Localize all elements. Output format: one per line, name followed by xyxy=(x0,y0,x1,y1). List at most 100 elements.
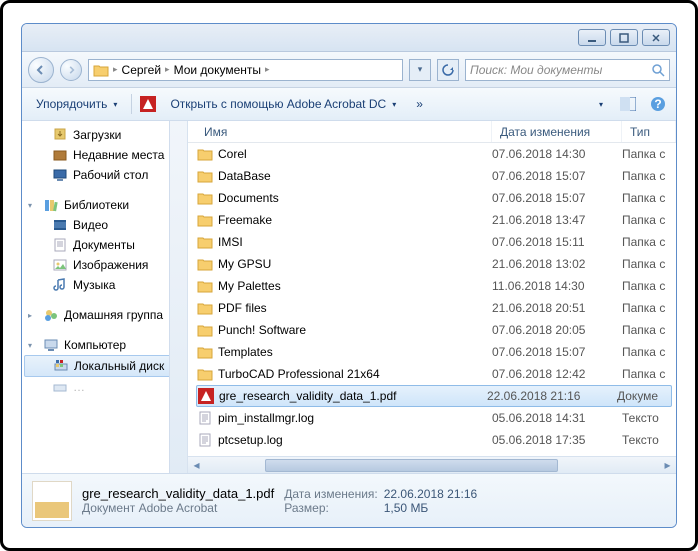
sidebar-item-music[interactable]: Музыка xyxy=(22,275,187,295)
pdf-icon xyxy=(197,388,215,404)
folder-icon xyxy=(196,256,214,272)
file-thumbnail xyxy=(32,481,72,521)
details-filetype: Документ Adobe Acrobat xyxy=(82,501,274,515)
file-type: Папка с xyxy=(622,257,676,271)
folder-icon xyxy=(196,234,214,250)
file-name: gre_research_validity_data_1.pdf xyxy=(215,389,487,403)
address-bar[interactable]: ▸ Сергей ▸ Мои документы ▸ xyxy=(88,59,403,81)
open-with-button[interactable]: Открыть с помощью Adobe Acrobat DC xyxy=(164,94,402,114)
sidebar-group-homegroup[interactable]: ▸Домашняя группа xyxy=(22,305,187,325)
minimize-button[interactable] xyxy=(578,29,606,46)
file-type: Папка с xyxy=(622,169,676,183)
sidebar-item-desktop[interactable]: Рабочий стол xyxy=(22,165,187,185)
file-row[interactable]: Documents07.06.2018 15:07Папка с xyxy=(196,187,676,209)
close-button[interactable] xyxy=(642,29,670,46)
sidebar-group-libraries[interactable]: ▾Библиотеки xyxy=(22,195,187,215)
file-type: Папка с xyxy=(622,191,676,205)
folder-icon xyxy=(196,278,214,294)
toolbar-overflow[interactable]: » xyxy=(410,94,429,114)
file-row[interactable]: ptcsetup.log05.06.2018 17:35Тексто xyxy=(196,429,676,451)
horizontal-scrollbar[interactable]: ◂▸ xyxy=(188,456,676,473)
organize-button[interactable]: Упорядочить xyxy=(30,94,123,114)
file-name: Freemake xyxy=(214,213,492,227)
column-date[interactable]: Дата изменения xyxy=(492,121,622,142)
file-type: Папка с xyxy=(622,367,676,381)
file-date: 11.06.2018 14:30 xyxy=(492,279,622,293)
file-row[interactable]: Freemake21.06.2018 13:47Папка с xyxy=(196,209,676,231)
address-dropdown[interactable]: ▾ xyxy=(409,59,431,81)
file-name: My GPSU xyxy=(214,257,492,271)
sidebar-item-recent[interactable]: Недавние места xyxy=(22,145,187,165)
details-size-label: Размер: xyxy=(284,501,378,515)
folder-icon xyxy=(196,322,214,338)
sidebar-item-localdisk[interactable]: Локальный диск xyxy=(24,355,185,377)
details-filename: gre_research_validity_data_1.pdf xyxy=(82,486,274,501)
file-type: Тексто xyxy=(622,433,676,447)
file-row[interactable]: Templates07.06.2018 15:07Папка с xyxy=(196,341,676,363)
file-date: 07.06.2018 15:07 xyxy=(492,191,622,205)
breadcrumb-segment[interactable]: Сергей xyxy=(122,63,162,77)
search-placeholder: Поиск: Мои документы xyxy=(470,63,602,77)
sidebar-item-video[interactable]: Видео xyxy=(22,215,187,235)
sidebar-item-downloads[interactable]: Загрузки xyxy=(22,125,187,145)
folder-icon xyxy=(196,146,214,162)
details-modified-label: Дата изменения: xyxy=(284,487,378,501)
folder-icon xyxy=(196,366,214,382)
file-date: 07.06.2018 14:30 xyxy=(492,147,622,161)
file-row[interactable]: pim_installmgr.log05.06.2018 14:31Тексто xyxy=(196,407,676,429)
forward-button[interactable] xyxy=(60,59,82,81)
scrollbar-thumb[interactable] xyxy=(265,459,558,472)
file-name: Punch! Software xyxy=(214,323,492,337)
file-name: DataBase xyxy=(214,169,492,183)
sidebar-item-pictures[interactable]: Изображения xyxy=(22,255,187,275)
file-date: 21.06.2018 13:47 xyxy=(492,213,622,227)
file-type: Папка с xyxy=(622,279,676,293)
file-name: Documents xyxy=(214,191,492,205)
file-row[interactable]: My Palettes11.06.2018 14:30Папка с xyxy=(196,275,676,297)
file-name: TurboCAD Professional 21x64 xyxy=(214,367,492,381)
view-button[interactable] xyxy=(588,94,608,114)
file-row[interactable]: PDF files21.06.2018 20:51Папка с xyxy=(196,297,676,319)
file-list[interactable]: Corel07.06.2018 14:30Папка сDataBase07.0… xyxy=(188,143,676,456)
breadcrumb-segment[interactable]: Мои документы xyxy=(174,63,261,77)
details-size-value: 1,50 МБ xyxy=(384,501,477,515)
folder-icon xyxy=(196,168,214,184)
sidebar-item-documents[interactable]: Документы xyxy=(22,235,187,255)
help-button[interactable]: ? xyxy=(648,94,668,114)
file-date: 21.06.2018 20:51 xyxy=(492,301,622,315)
file-row[interactable]: IMSI07.06.2018 15:11Папка с xyxy=(196,231,676,253)
file-row[interactable]: My GPSU21.06.2018 13:02Папка с xyxy=(196,253,676,275)
file-row[interactable]: Punch! Software07.06.2018 20:05Папка с xyxy=(196,319,676,341)
svg-text:?: ? xyxy=(654,97,661,111)
column-headers: Имя Дата изменения Тип xyxy=(188,121,676,143)
file-row[interactable]: Corel07.06.2018 14:30Папка с xyxy=(196,143,676,165)
column-type[interactable]: Тип xyxy=(622,121,676,142)
details-modified-value: 22.06.2018 21:16 xyxy=(384,487,477,501)
file-date: 22.06.2018 21:16 xyxy=(487,389,617,403)
file-type: Докуме xyxy=(617,389,671,403)
file-date: 21.06.2018 13:02 xyxy=(492,257,622,271)
sidebar-group-computer[interactable]: ▾Компьютер xyxy=(22,335,187,355)
chevron-down-icon: ▾ xyxy=(28,341,38,350)
file-type: Папка с xyxy=(622,147,676,161)
file-type: Тексто xyxy=(622,411,676,425)
sidebar-item-localdisk-2[interactable]: … xyxy=(22,377,187,397)
navigation-sidebar: Загрузки Недавние места Рабочий стол ▾Би… xyxy=(22,121,188,473)
search-icon xyxy=(651,63,665,77)
file-row[interactable]: TurboCAD Professional 21x6407.06.2018 12… xyxy=(196,363,676,385)
file-date: 05.06.2018 14:31 xyxy=(492,411,622,425)
folder-icon xyxy=(93,62,109,78)
file-name: pim_installmgr.log xyxy=(214,411,492,425)
back-button[interactable] xyxy=(28,57,54,83)
adobe-icon xyxy=(140,96,156,112)
column-name[interactable]: Имя xyxy=(196,121,492,142)
file-type: Папка с xyxy=(622,301,676,315)
file-name: Templates xyxy=(214,345,492,359)
file-row[interactable]: DataBase07.06.2018 15:07Папка с xyxy=(196,165,676,187)
file-row[interactable]: gre_research_validity_data_1.pdf22.06.20… xyxy=(196,385,672,407)
search-input[interactable]: Поиск: Мои документы xyxy=(465,59,670,81)
preview-pane-button[interactable] xyxy=(618,94,638,114)
maximize-button[interactable] xyxy=(610,29,638,46)
titlebar xyxy=(22,24,676,52)
refresh-button[interactable] xyxy=(437,59,459,81)
